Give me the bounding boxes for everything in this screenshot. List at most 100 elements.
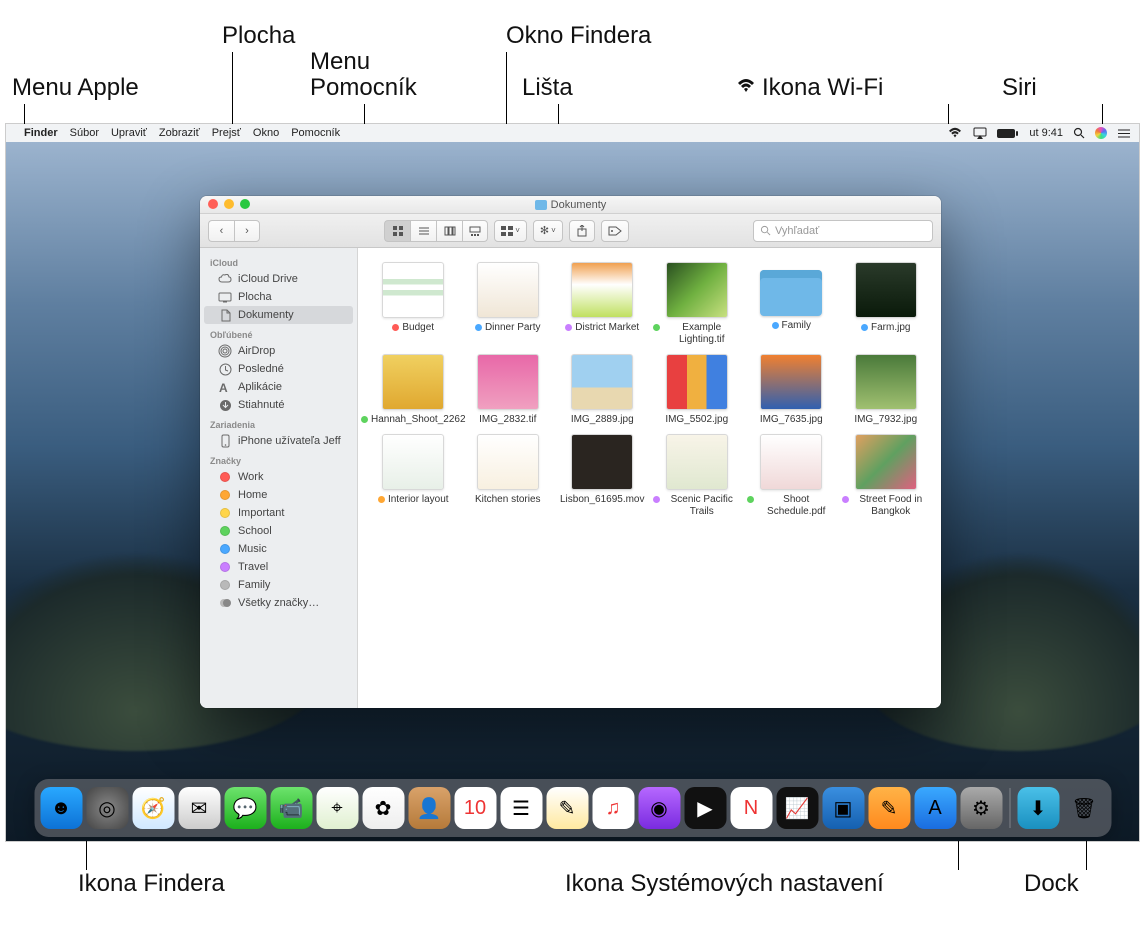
sidebar-item[interactable]: Important xyxy=(200,504,357,522)
dock-notes-icon[interactable]: ✎ xyxy=(546,787,588,829)
file-item[interactable]: Shoot Schedule.pdf xyxy=(746,430,837,518)
menubar-item[interactable]: Zobraziť xyxy=(159,127,200,139)
finder-titlebar[interactable]: Dokumenty xyxy=(200,196,941,214)
finder-content[interactable]: BudgetDinner PartyDistrict MarketExample… xyxy=(358,248,941,708)
dock-messages-icon[interactable]: 💬 xyxy=(224,787,266,829)
sidebar-item[interactable]: Home xyxy=(200,486,357,504)
file-item[interactable]: IMG_2832.tif xyxy=(463,350,554,426)
dock-safari-icon[interactable]: 🧭 xyxy=(132,787,174,829)
sidebar-item[interactable]: Plocha xyxy=(200,288,357,306)
dock-downloads-icon[interactable]: ⬇ xyxy=(1017,787,1059,829)
dock-trash-icon[interactable]: 🗑 xyxy=(1063,787,1105,829)
action-button[interactable]: ✻˅ xyxy=(533,220,563,242)
sidebar-item-label: Všetky značky… xyxy=(238,597,319,609)
sidebar-item[interactable]: Travel xyxy=(200,558,357,576)
dock-tv-icon[interactable]: ▶ xyxy=(684,787,726,829)
dock-launchpad-icon[interactable]: ◎ xyxy=(86,787,128,829)
tag-icon xyxy=(218,524,232,538)
dock-facetime-icon[interactable]: 📹 xyxy=(270,787,312,829)
sidebar-item[interactable]: Posledné xyxy=(200,360,357,378)
gallery-view-button[interactable] xyxy=(462,220,488,242)
file-item[interactable]: Farm.jpg xyxy=(841,258,932,346)
dock-music-icon[interactable]: ♫ xyxy=(592,787,634,829)
file-label: IMG_2832.tif xyxy=(479,414,536,426)
dock-podcasts-icon[interactable]: ◉ xyxy=(638,787,680,829)
file-item[interactable]: Scenic Pacific Trails xyxy=(652,430,743,518)
file-item[interactable]: IMG_7932.jpg xyxy=(841,350,932,426)
sidebar-item[interactable]: Stiahnuté xyxy=(200,396,357,414)
menubar-item[interactable]: Prejsť xyxy=(212,127,241,139)
column-view-button[interactable] xyxy=(436,220,462,242)
dock-calendar-icon[interactable]: 10 xyxy=(454,787,496,829)
share-button[interactable] xyxy=(569,220,595,242)
file-item[interactable]: Lisbon_61695.mov xyxy=(557,430,648,518)
file-item[interactable]: Dinner Party xyxy=(463,258,554,346)
sidebar-item[interactable]: Family xyxy=(200,576,357,594)
dock-finder-icon[interactable]: ☻ xyxy=(40,787,82,829)
wifi-icon[interactable] xyxy=(947,127,963,139)
file-item[interactable]: Street Food in Bangkok xyxy=(841,430,932,518)
file-item[interactable]: Family xyxy=(746,258,837,346)
sidebar-item[interactable]: AirDrop xyxy=(200,342,357,360)
file-item[interactable]: Hannah_Shoot_2262 xyxy=(368,350,459,426)
dock-stocks-icon[interactable]: 📈 xyxy=(776,787,818,829)
battery-icon[interactable] xyxy=(997,128,1019,139)
dock-photos-icon[interactable]: ✿ xyxy=(362,787,404,829)
file-thumbnail xyxy=(477,354,539,410)
sidebar-item[interactable]: Music xyxy=(200,540,357,558)
file-item[interactable]: Kitchen stories xyxy=(463,430,554,518)
list-view-button[interactable] xyxy=(410,220,436,242)
sidebar-item[interactable]: iPhone užívateľa Jeff xyxy=(200,432,357,450)
sidebar-item[interactable]: School xyxy=(200,522,357,540)
spotlight-icon[interactable] xyxy=(1073,127,1085,139)
siri-icon[interactable] xyxy=(1095,127,1107,139)
dock-reminders-icon[interactable]: ☰ xyxy=(500,787,542,829)
tag-icon xyxy=(218,578,232,592)
desktop-icon xyxy=(218,290,232,304)
dock-appstore-icon[interactable]: A xyxy=(914,787,956,829)
minimize-button[interactable] xyxy=(224,199,234,209)
tag-dot-icon xyxy=(361,416,368,423)
file-item[interactable]: IMG_2889.jpg xyxy=(557,350,648,426)
icon-view-button[interactable] xyxy=(384,220,410,242)
dock-news-icon[interactable]: N xyxy=(730,787,772,829)
menubar-item-help[interactable]: Pomocník xyxy=(291,127,340,139)
notification-center-icon[interactable] xyxy=(1117,128,1131,139)
dock-mail-icon[interactable]: ✉ xyxy=(178,787,220,829)
dock-keynote-icon[interactable]: ▣ xyxy=(822,787,864,829)
sidebar-section-header: Značky xyxy=(200,450,357,468)
file-item[interactable]: IMG_7635.jpg xyxy=(746,350,837,426)
sidebar-item[interactable]: AAplikácie xyxy=(200,378,357,396)
file-item[interactable]: IMG_5502.jpg xyxy=(652,350,743,426)
back-button[interactable]: ‹ xyxy=(208,220,234,242)
menubar-app-name[interactable]: Finder xyxy=(24,127,58,139)
sidebar-item[interactable]: iCloud Drive xyxy=(200,270,357,288)
group-button[interactable]: ˅ xyxy=(494,220,527,242)
callout-line xyxy=(948,104,949,126)
file-item[interactable]: Interior layout xyxy=(368,430,459,518)
zoom-button[interactable] xyxy=(240,199,250,209)
menubar-item[interactable]: Súbor xyxy=(70,127,99,139)
menubar-item[interactable]: Okno xyxy=(253,127,279,139)
sidebar-item[interactable]: Dokumenty xyxy=(204,306,353,324)
sidebar-item[interactable]: Work xyxy=(200,468,357,486)
dock-contacts-icon[interactable]: 👤 xyxy=(408,787,450,829)
tags-button[interactable] xyxy=(601,220,629,242)
close-button[interactable] xyxy=(208,199,218,209)
sidebar-item[interactable]: Všetky značky… xyxy=(200,594,357,612)
file-item[interactable]: Budget xyxy=(368,258,459,346)
dock-maps-icon[interactable]: ⌖ xyxy=(316,787,358,829)
search-input[interactable]: Vyhľadať xyxy=(753,220,933,242)
menubar-item[interactable]: Upraviť xyxy=(111,127,147,139)
airplay-icon[interactable] xyxy=(973,127,987,139)
dock-system-preferences-icon[interactable]: ⚙ xyxy=(960,787,1002,829)
callout-dock: Dock xyxy=(1024,870,1079,898)
tag-icon xyxy=(218,488,232,502)
dock-pages-icon[interactable]: ✎ xyxy=(868,787,910,829)
file-item[interactable]: District Market xyxy=(557,258,648,346)
menubar-clock[interactable]: ut 9:41 xyxy=(1029,127,1063,139)
file-item[interactable]: Example Lighting.tif xyxy=(652,258,743,346)
file-thumbnail xyxy=(571,354,633,410)
desktop[interactable]: Finder Súbor Upraviť Zobraziť Prejsť Okn… xyxy=(6,124,1139,841)
forward-button[interactable]: › xyxy=(234,220,260,242)
